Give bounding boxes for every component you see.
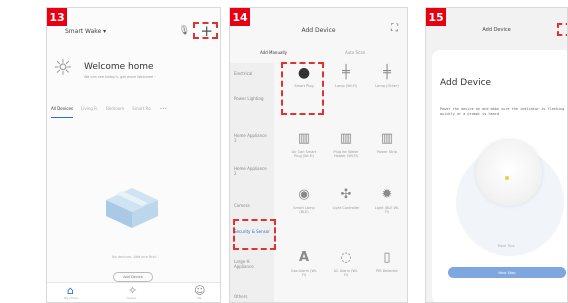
add-device-button[interactable]: Add Device xyxy=(113,272,153,282)
highlight-smart-plug xyxy=(281,62,324,115)
category-sidebar: Electrical Power Lighting Home Appliance… xyxy=(230,63,274,302)
instruction-steps: 13 Smart Wake ▾ 🎙 + ☼ Welcome home We ca… xyxy=(0,0,568,303)
scan-icon[interactable]: ⛶ xyxy=(391,23,398,34)
bottom-nav: ⌂ My Home ✧ Scene ☺ Me xyxy=(47,282,220,302)
category-item[interactable]: Home Appliance 1 xyxy=(234,133,270,143)
device-tile[interactable]: ▯ PIR Detector xyxy=(373,249,401,273)
light-icon: ✹ xyxy=(381,187,393,202)
water-heater-icon: ▥ xyxy=(339,131,353,146)
empty-state-text: No devices. Add one first. xyxy=(112,255,157,259)
page-title: Add Device xyxy=(301,27,336,34)
lamp-icon: ╪ xyxy=(342,65,350,80)
highlight-security-category xyxy=(233,219,276,250)
tab-auto-scan[interactable]: Auto Scan xyxy=(345,50,365,55)
sun-icon: ☼ xyxy=(53,56,73,81)
category-item[interactable]: Power Lighting xyxy=(234,96,270,101)
card-heading: Add Device xyxy=(440,78,492,88)
device-tile[interactable]: ▥ Air Con Smart Plug (Wi-Fi) xyxy=(290,130,318,158)
device-tile[interactable]: ✹ Light (BLE Wi-Fi) xyxy=(373,186,401,214)
device-illustration xyxy=(476,140,542,206)
device-tile[interactable]: A Gas Alarm (Wi-Fi) xyxy=(290,249,318,277)
category-item[interactable]: Large H. Appliance xyxy=(234,259,270,269)
device-tile[interactable]: ◉ Smart Lamp (BLE) xyxy=(290,186,318,214)
home-screen: 13 Smart Wake ▾ 🎙 + ☼ Welcome home We ca… xyxy=(46,7,221,303)
highlight-add-button xyxy=(193,22,218,39)
plug-icon: ▥ xyxy=(297,131,311,146)
device-tile[interactable]: ✣ Light Controller xyxy=(332,186,360,210)
device-tile[interactable]: ▥ Power Strip xyxy=(373,130,401,154)
room-tabs: All Devices Living R. Bedroom Smart Ro. … xyxy=(51,106,216,118)
bulb-icon: ◉ xyxy=(298,187,310,202)
lamp-icon: ╪ xyxy=(383,65,391,80)
indicator-light xyxy=(505,176,509,180)
next-step-button[interactable]: Next Step xyxy=(448,267,566,278)
microphone-icon[interactable]: 🎙 xyxy=(179,26,190,36)
empty-box-icon xyxy=(106,188,158,228)
add-device-instruction-screen: 15 Add Device Add Device Power the devic… xyxy=(425,7,568,303)
nav-label-scene: Scene xyxy=(127,296,137,300)
tab-add-manually[interactable]: Add Manually xyxy=(260,50,287,55)
home-selector[interactable]: Smart Wake ▾ xyxy=(65,28,106,35)
step-number-badge: 13 xyxy=(47,8,67,26)
category-item[interactable]: Electrical xyxy=(234,71,270,76)
pir-detector-icon: ▯ xyxy=(383,250,391,265)
welcome-title: Welcome home xyxy=(84,62,154,72)
nav-label-me: Me xyxy=(197,296,202,300)
alarm-icon: ◌ xyxy=(340,250,352,265)
category-item[interactable]: Home Appliance 2 xyxy=(234,166,270,176)
page-title: Add Device xyxy=(482,27,511,33)
device-tile[interactable]: ◌ AC Alarm (Wi-Fi) xyxy=(332,249,360,277)
category-item[interactable]: Others xyxy=(234,294,270,299)
category-item[interactable]: Camera xyxy=(234,203,270,208)
add-device-screen: 14 Add Device ⛶ Add Manually Auto Scan E… xyxy=(229,7,408,303)
device-tile[interactable]: ╪ Lamp (Wi-Fi) xyxy=(332,64,360,88)
step-number-badge: 14 xyxy=(230,8,250,26)
tab-bedroom[interactable]: Bedroom xyxy=(106,106,124,118)
tab-all-devices[interactable]: All Devices xyxy=(51,106,73,118)
more-tabs-icon[interactable]: ••• xyxy=(160,106,167,118)
weather-text: We can see today's, get more Welcome › xyxy=(84,75,156,79)
gas-alarm-icon: A xyxy=(298,250,310,265)
device-tile[interactable]: ▥ Plug for Water Heater (Wi-Fi) xyxy=(332,130,360,158)
more-tips-link[interactable]: More Tips xyxy=(486,244,526,248)
tab-smart-room[interactable]: Smart Ro. xyxy=(132,106,152,118)
device-tile[interactable]: ╪ Lamp (Other) xyxy=(373,64,401,88)
tab-living-room[interactable]: Living R. xyxy=(81,106,98,118)
instruction-text: Power the device on and make sure the in… xyxy=(440,107,565,116)
step-number-badge: 15 xyxy=(426,8,446,26)
power-strip-icon: ▥ xyxy=(380,131,394,146)
light-controller-icon: ✣ xyxy=(340,187,352,202)
nav-label-home: My Home xyxy=(64,296,79,300)
highlight-top-right xyxy=(557,23,567,36)
